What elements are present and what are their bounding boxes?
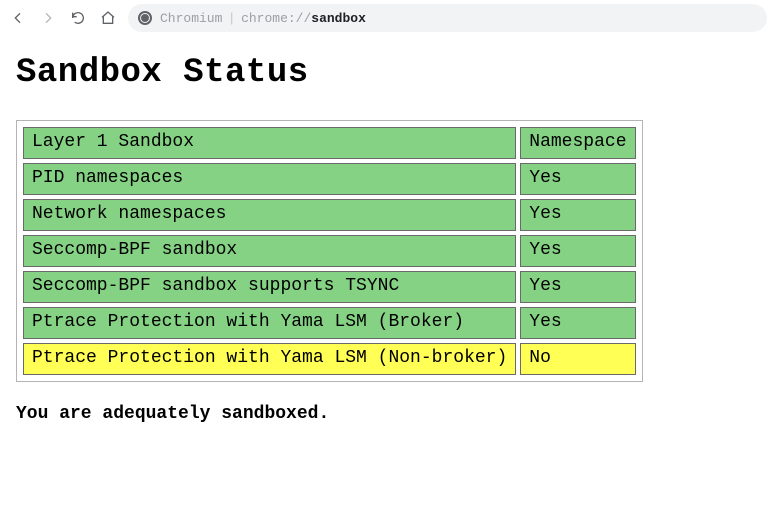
- status-value-cell: No: [520, 343, 635, 375]
- table-row: Ptrace Protection with Yama LSM (Non-bro…: [23, 343, 636, 375]
- address-bar[interactable]: Chromium | chrome://sandbox: [128, 4, 767, 32]
- table-row: Layer 1 SandboxNamespace: [23, 127, 636, 159]
- status-value-cell: Yes: [520, 163, 635, 195]
- home-icon: [100, 10, 116, 26]
- table-row: Ptrace Protection with Yama LSM (Broker)…: [23, 307, 636, 339]
- arrow-left-icon: [10, 10, 26, 26]
- status-label-cell: Seccomp-BPF sandbox supports TSYNC: [23, 271, 516, 303]
- url-scheme: Chromium: [160, 11, 222, 26]
- sandbox-status-table: Layer 1 SandboxNamespacePID namespacesYe…: [16, 120, 643, 382]
- status-label-cell: Seccomp-BPF sandbox: [23, 235, 516, 267]
- forward-button[interactable]: [38, 8, 58, 28]
- table-row: Network namespacesYes: [23, 199, 636, 231]
- status-value-cell: Namespace: [520, 127, 635, 159]
- status-label-cell: Network namespaces: [23, 199, 516, 231]
- reload-icon: [70, 10, 86, 26]
- reload-button[interactable]: [68, 8, 88, 28]
- status-label-cell: Ptrace Protection with Yama LSM (Non-bro…: [23, 343, 516, 375]
- status-label-cell: Layer 1 Sandbox: [23, 127, 516, 159]
- site-info-icon[interactable]: [138, 11, 152, 25]
- sandbox-status-tbody: Layer 1 SandboxNamespacePID namespacesYe…: [23, 127, 636, 375]
- status-value-cell: Yes: [520, 235, 635, 267]
- url-origin: chrome://: [241, 11, 311, 26]
- status-label-cell: Ptrace Protection with Yama LSM (Broker): [23, 307, 516, 339]
- url-divider: |: [230, 10, 233, 25]
- status-value-cell: Yes: [520, 307, 635, 339]
- home-button[interactable]: [98, 8, 118, 28]
- status-value-cell: Yes: [520, 271, 635, 303]
- browser-toolbar: Chromium | chrome://sandbox: [0, 0, 775, 36]
- status-value-cell: Yes: [520, 199, 635, 231]
- page-content: Sandbox Status Layer 1 SandboxNamespaceP…: [0, 36, 775, 438]
- table-row: Seccomp-BPF sandbox supports TSYNCYes: [23, 271, 636, 303]
- url-path: sandbox: [311, 11, 366, 26]
- status-label-cell: PID namespaces: [23, 163, 516, 195]
- page-title: Sandbox Status: [16, 54, 759, 92]
- table-row: PID namespacesYes: [23, 163, 636, 195]
- table-row: Seccomp-BPF sandboxYes: [23, 235, 636, 267]
- sandbox-summary: You are adequately sandboxed.: [16, 404, 759, 424]
- back-button[interactable]: [8, 8, 28, 28]
- url-text: Chromium | chrome://sandbox: [160, 10, 366, 26]
- arrow-right-icon: [40, 10, 56, 26]
